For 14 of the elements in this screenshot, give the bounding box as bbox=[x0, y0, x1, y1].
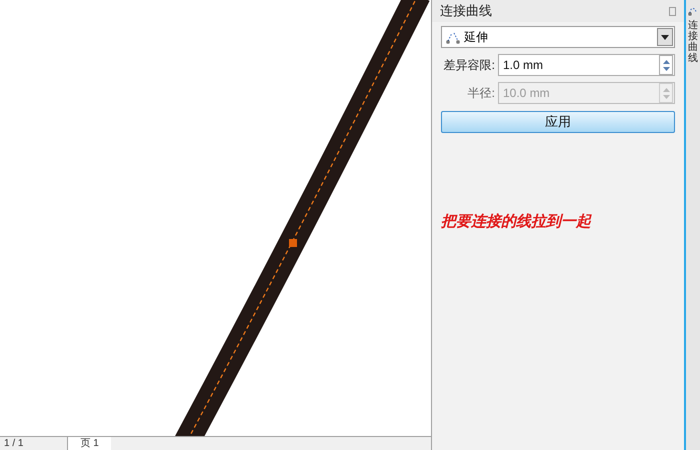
mode-value: 延伸 bbox=[464, 29, 489, 46]
number-field[interactable]: 1.0 mm bbox=[498, 54, 675, 76]
apply-button[interactable]: 应用 bbox=[441, 111, 675, 133]
float-icon[interactable] bbox=[669, 6, 676, 16]
docker-title: 连接曲线 bbox=[440, 2, 492, 20]
field-label: 半径: bbox=[466, 85, 495, 102]
annotation-text: 把要连接的线拉到一起 bbox=[441, 212, 593, 232]
side-tab[interactable]: 连接曲线 bbox=[688, 20, 698, 64]
spinner-icon[interactable] bbox=[659, 55, 673, 75]
mode-dropdown[interactable]: 延伸 bbox=[441, 26, 675, 48]
field-label: 差异容限: bbox=[442, 57, 495, 74]
curve-node-icon bbox=[446, 30, 460, 44]
page-tab[interactable]: 页 1 bbox=[67, 437, 111, 450]
page-count: 1 / 1 bbox=[4, 437, 24, 450]
